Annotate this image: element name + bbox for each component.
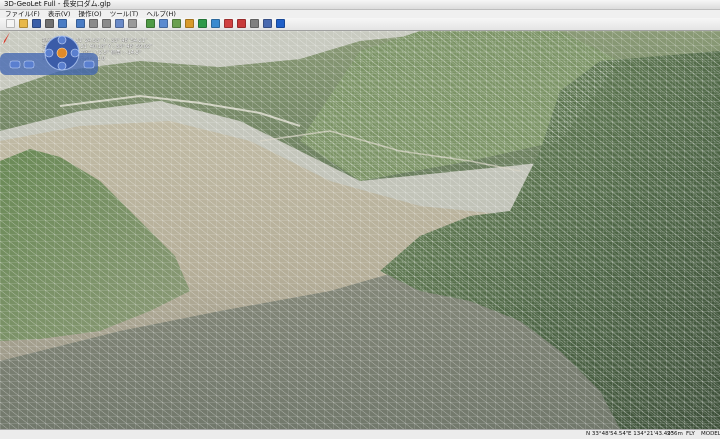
window-title: 3D-GeoLet Full - 長安口ダム.glp: [4, 0, 111, 8]
toolbar-button-export[interactable]: [76, 19, 85, 28]
toolbar-button-section[interactable]: [224, 19, 233, 28]
tool-icon: [250, 19, 259, 28]
marker-icon: [237, 19, 246, 28]
settings-icon: [263, 19, 272, 28]
menu-operation[interactable]: 操作(O): [76, 10, 105, 18]
zoom-out-button[interactable]: [23, 60, 35, 69]
measure-icon: [198, 19, 207, 28]
terrain-icon: [146, 19, 155, 28]
toolbar: [0, 18, 720, 31]
toolbar-button-settings[interactable]: [263, 19, 272, 28]
toolbar-button-list[interactable]: [102, 19, 111, 28]
open-folder-icon: [19, 19, 28, 28]
menu-view[interactable]: 表示(V): [45, 10, 74, 18]
toolbar-button-tool[interactable]: [250, 19, 259, 28]
texture-icon: [159, 19, 168, 28]
export-icon: [76, 19, 85, 28]
graph-icon: [211, 19, 220, 28]
toolbar-button-open-folder[interactable]: [19, 19, 28, 28]
toolbar-button-graph[interactable]: [211, 19, 220, 28]
toolbar-button-shade[interactable]: [172, 19, 181, 28]
layer-icon: [89, 19, 98, 28]
section-icon: [224, 19, 233, 28]
new-file-icon: [6, 19, 15, 28]
toolbar-button-layer[interactable]: [89, 19, 98, 28]
toolbar-button-texture[interactable]: [159, 19, 168, 28]
nav-right-button[interactable]: [70, 48, 80, 58]
light-icon: [185, 19, 194, 28]
zoom-in-button[interactable]: [9, 60, 21, 69]
menu-file[interactable]: ファイル(F): [0, 10, 43, 18]
toolbar-button-import[interactable]: [58, 19, 67, 28]
toolbar-button-grid[interactable]: [115, 19, 124, 28]
toolbar-button-sphere[interactable]: [128, 19, 137, 28]
toolbar-button-measure[interactable]: [198, 19, 207, 28]
nav-center-button[interactable]: [56, 47, 68, 59]
toolbar-button-new-file[interactable]: [6, 19, 15, 28]
toolbar-button-save[interactable]: [32, 19, 41, 28]
toolbar-button-light[interactable]: [185, 19, 194, 28]
save-icon: [32, 19, 41, 28]
title-bar: 3D-GeoLet Full - 長安口ダム.glp: [0, 0, 720, 10]
toolbar-button-marker[interactable]: [237, 19, 246, 28]
print-icon: [45, 19, 54, 28]
navigation-pad[interactable]: [0, 31, 98, 75]
sphere-icon: [128, 19, 137, 28]
toolbar-button-terrain[interactable]: [146, 19, 155, 28]
import-icon: [58, 19, 67, 28]
menu-tools[interactable]: ツール(T): [107, 10, 142, 18]
nav-left-button[interactable]: [44, 48, 54, 58]
nav-down-button[interactable]: [57, 61, 67, 71]
toolbar-button-print[interactable]: [45, 19, 54, 28]
reset-view-button[interactable]: [83, 60, 95, 69]
terrain-scene[interactable]: [0, 31, 720, 429]
list-icon: [102, 19, 111, 28]
nav-up-button[interactable]: [57, 35, 67, 45]
menu-help[interactable]: ヘルプ(H): [143, 10, 178, 18]
toolbar-button-help[interactable]: [276, 19, 285, 28]
menu-bar: ファイル(F) 表示(V) 操作(O) ツール(T) ヘルプ(H): [0, 10, 720, 18]
help-icon: [276, 19, 285, 28]
shade-icon: [172, 19, 181, 28]
grid-icon: [115, 19, 124, 28]
3d-viewport[interactable]: 視点 X : 134° 21' 24.53" Y : 33° 48' 54.21…: [0, 31, 720, 429]
